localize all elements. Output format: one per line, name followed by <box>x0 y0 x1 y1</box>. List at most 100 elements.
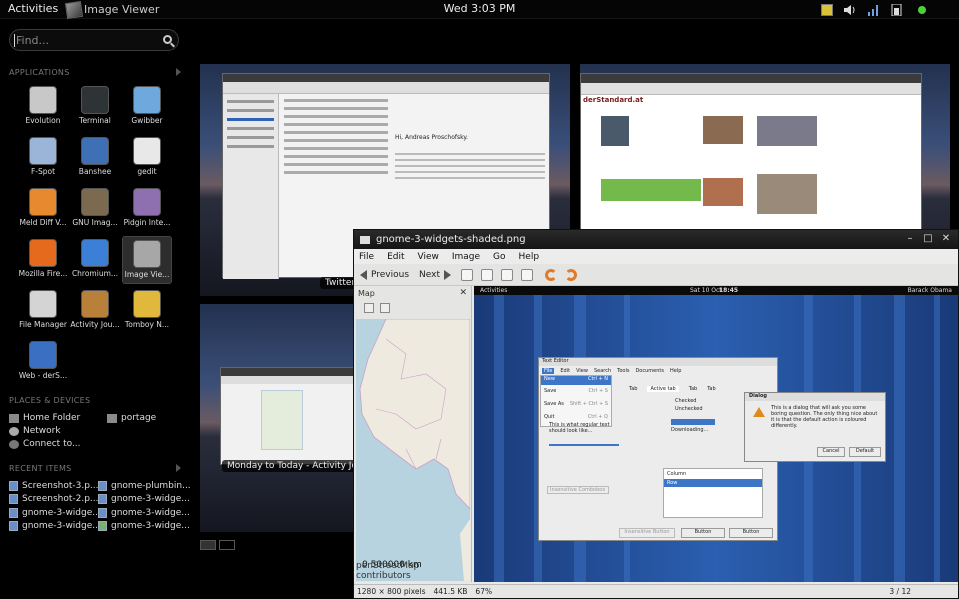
inner-key-save: Ctrl + S <box>588 388 608 394</box>
image-canvas[interactable]: Activities Sat 10 Oct 18:45 Barack Obama… <box>474 286 958 582</box>
inner-key-new: Ctrl + N <box>587 376 608 382</box>
next-button[interactable]: Next <box>419 269 452 280</box>
search-input[interactable] <box>16 33 156 48</box>
app-menu-label: Image Viewer <box>84 3 160 16</box>
app-launcher[interactable]: Evolution <box>18 83 68 131</box>
inner-dialog-title: Dialog <box>745 393 885 401</box>
clock[interactable]: Wed 3:03 PM <box>444 2 516 15</box>
place-portage[interactable]: portage <box>107 413 156 423</box>
menubar: File Edit View Image Go Help <box>354 249 958 264</box>
close-icon[interactable]: ✕ <box>940 233 952 245</box>
app-launcher[interactable]: GNU Imag... <box>70 185 120 233</box>
app-launcher[interactable]: Terminal <box>70 83 120 131</box>
inner-activities: Activities <box>480 287 508 294</box>
zoom-fit-icon[interactable] <box>521 268 534 281</box>
inner-menu-search: Search <box>593 367 612 374</box>
chromium-icon <box>81 239 109 267</box>
close-icon[interactable]: ✕ <box>459 288 467 298</box>
app-launcher[interactable]: Activity Jou... <box>70 287 120 335</box>
app-launcher[interactable]: Image Vie... <box>122 236 172 284</box>
activities-button[interactable]: Activities <box>8 2 58 15</box>
status-icon[interactable] <box>915 4 929 16</box>
banshee-icon <box>81 137 109 165</box>
network-icon[interactable] <box>867 4 881 16</box>
inner-dialog: Dialog This is a dialog that will ask yo… <box>744 392 886 462</box>
expand-arrow-icon[interactable] <box>176 464 181 472</box>
battery-icon[interactable] <box>891 3 905 16</box>
inner-file-save: Save <box>544 388 557 394</box>
app-launcher[interactable]: F-Spot <box>18 134 68 182</box>
place-home-folder[interactable]: Home Folder <box>9 413 80 423</box>
recent-label: gnome-3-widge... <box>111 508 190 518</box>
app-label: Mozilla Fire... <box>18 269 68 278</box>
connect-icon <box>9 439 19 449</box>
inner-top-panel: Activities Sat 10 Oct 18:45 Barack Obama <box>474 286 958 295</box>
app-launcher[interactable]: Pidgin Inte... <box>122 185 172 233</box>
app-launcher[interactable]: Tomboy N... <box>122 287 172 335</box>
search-box[interactable] <box>9 29 179 51</box>
window-title: gnome-3-widgets-shaded.png <box>376 234 526 245</box>
app-launcher[interactable]: Banshee <box>70 134 120 182</box>
menu-file[interactable]: File <box>359 252 374 262</box>
map-sidebar: Map ✕ 0 500000 km penStreetMap contribut… <box>354 286 472 582</box>
map-jump-icon[interactable] <box>380 303 390 313</box>
workspace-1[interactable] <box>200 540 216 550</box>
map-view[interactable] <box>356 319 470 581</box>
recent-item[interactable]: gnome-3-widge... <box>98 521 190 531</box>
inner-tab: Tab <box>629 386 638 392</box>
maximize-icon[interactable]: □ <box>922 233 934 245</box>
map-zoom-icon[interactable] <box>364 303 374 313</box>
menu-view[interactable]: View <box>418 252 439 262</box>
recent-item[interactable]: Screenshot-3.p... <box>9 481 99 491</box>
browser-window-thumbnail[interactable]: derStandard.at <box>580 73 922 233</box>
workspace-2[interactable] <box>219 540 235 550</box>
window-titlebar[interactable]: gnome-3-widgets-shaded.png – □ ✕ <box>354 230 958 249</box>
recent-item[interactable]: gnome-3-widge... <box>9 508 101 518</box>
workspace-switcher[interactable] <box>200 540 235 550</box>
journal-window-thumbnail[interactable] <box>220 367 360 465</box>
inner-regular-text: This is what regular text should look li… <box>549 422 610 434</box>
sidebar-title: Map <box>358 288 375 298</box>
place-network[interactable]: Network <box>9 426 61 436</box>
text-caret <box>14 34 15 47</box>
expand-arrow-icon[interactable] <box>176 68 181 76</box>
search-icon[interactable] <box>163 35 172 44</box>
app-label: Meld Diff V... <box>19 218 67 227</box>
app-launcher[interactable]: Gwibber <box>122 83 172 131</box>
recent-item[interactable]: gnome-3-widge... <box>98 508 190 518</box>
status-file-size: 441.5 KB <box>433 587 468 596</box>
app-launcher[interactable]: Chromium... <box>70 236 120 284</box>
recent-item[interactable]: gnome-plumbin... <box>98 481 191 491</box>
menu-image[interactable]: Image <box>452 252 480 262</box>
app-label: Activity Jou... <box>70 320 120 329</box>
inner-insensitive-button: Insensitive Button <box>619 528 675 538</box>
menu-edit[interactable]: Edit <box>387 252 404 262</box>
place-label: Network <box>23 426 61 436</box>
image-viewer-icon <box>64 0 84 19</box>
app-launcher[interactable]: gedit <box>122 134 172 182</box>
workspace-thumbnail[interactable]: Monday to Today - Activity Jour... <box>200 304 360 532</box>
app-launcher[interactable]: Web - derS... <box>18 338 68 386</box>
zoom-out-icon[interactable] <box>481 268 494 281</box>
folder-icon <box>107 413 117 423</box>
previous-button[interactable]: Previous <box>360 269 409 280</box>
menu-help[interactable]: Help <box>519 252 540 262</box>
app-launcher[interactable]: Mozilla Fire... <box>18 236 68 284</box>
rotate-right-icon[interactable] <box>565 268 578 281</box>
place-connect[interactable]: Connect to... <box>9 439 81 449</box>
app-launcher[interactable]: File Manager <box>18 287 68 335</box>
notes-icon[interactable] <box>821 3 833 16</box>
recent-item[interactable]: Screenshot-2.p... <box>9 494 99 504</box>
image-viewer-window[interactable]: gnome-3-widgets-shaded.png – □ ✕ File Ed… <box>353 229 959 599</box>
recent-item[interactable]: gnome-3-widge... <box>98 494 190 504</box>
recent-item[interactable]: gnome-3-widge... <box>9 521 101 531</box>
rotate-left-icon[interactable] <box>545 268 558 281</box>
minimize-icon[interactable]: – <box>904 233 916 245</box>
activity-journal-icon <box>81 290 109 318</box>
zoom-normal-icon[interactable] <box>501 268 514 281</box>
menu-go[interactable]: Go <box>493 252 505 262</box>
zoom-in-icon[interactable] <box>461 268 474 281</box>
app-launcher[interactable]: Meld Diff V... <box>18 185 68 233</box>
app-menu[interactable]: Image Viewer <box>64 0 160 19</box>
volume-icon[interactable] <box>843 4 857 16</box>
